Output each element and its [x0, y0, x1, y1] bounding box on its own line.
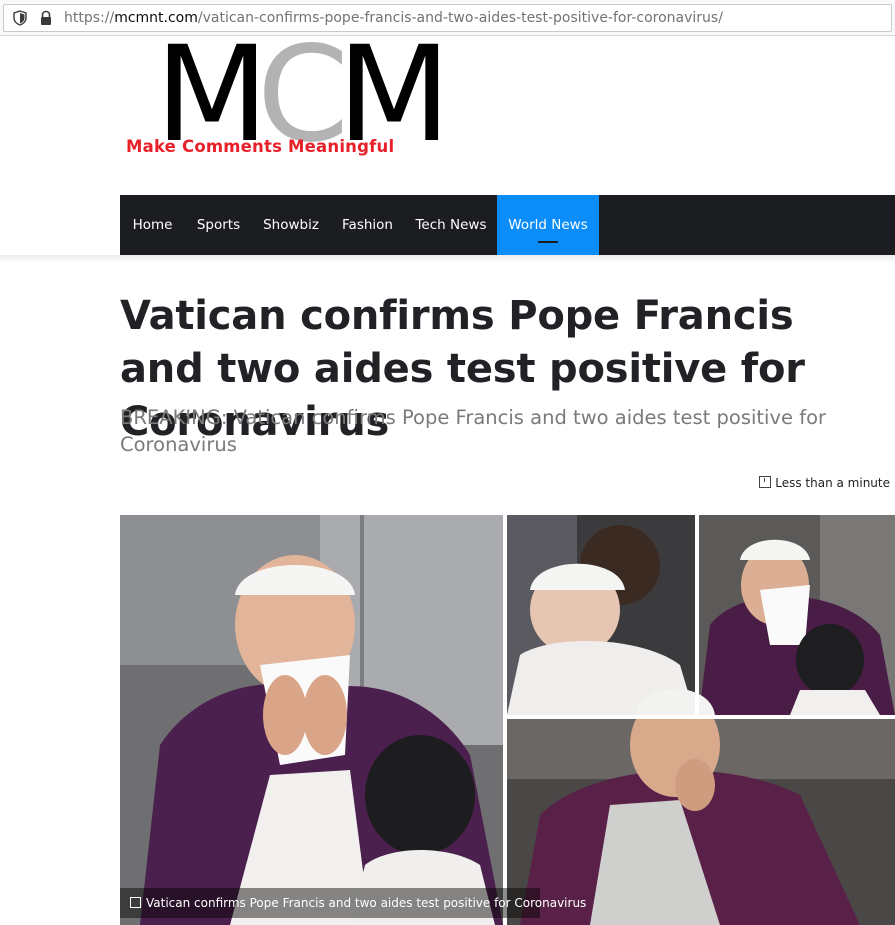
image-caption-text: Vatican confirms Pope Francis and two ai…: [146, 896, 587, 910]
article-featured-image[interactable]: [120, 515, 895, 925]
read-time-label: Less than a minute: [775, 476, 890, 490]
nav-item-tech-news[interactable]: Tech News: [405, 195, 497, 255]
nav-item-showbiz[interactable]: Showbiz: [252, 195, 330, 255]
address-bar[interactable]: https://mcmnt.com/vatican-confirms-pope-…: [3, 4, 892, 32]
photo-collage: [120, 515, 895, 925]
nav-item-fashion[interactable]: Fashion: [330, 195, 405, 255]
logo-wordmark: MCM: [155, 29, 451, 161]
photo-panel-top-middle: [507, 515, 695, 715]
site-logo[interactable]: MCM Make Comments Meaningful: [122, 29, 482, 163]
nav-item-world-news-label: World News: [508, 217, 588, 233]
url-prefix: https://: [64, 10, 115, 26]
lock-icon[interactable]: [38, 10, 54, 26]
photo-panel-left: [120, 515, 503, 925]
nav-item-sports[interactable]: Sports: [185, 195, 252, 255]
photo-panel-bottom-right: [507, 688, 895, 925]
nav-item-home[interactable]: Home: [120, 195, 185, 255]
image-caption: Vatican confirms Pope Francis and two ai…: [120, 888, 586, 918]
active-indicator: [538, 241, 558, 243]
shield-icon[interactable]: [12, 10, 28, 26]
read-time: Less than a minute: [759, 476, 890, 490]
nav-item-world-news[interactable]: World News: [497, 195, 599, 255]
logo-tagline: Make Comments Meaningful: [126, 137, 395, 156]
article-subtitle: BREAKING: Vatican confirms Pope Francis …: [120, 406, 827, 456]
caption-icon: [130, 897, 141, 908]
browser-toolbar: https://mcmnt.com/vatican-confirms-pope-…: [0, 0, 895, 36]
clock-icon: [759, 476, 772, 488]
photo-panel-top-right: [699, 515, 895, 715]
main-nav: Home Sports Showbiz Fashion Tech News Wo…: [120, 195, 895, 255]
nav-divider: [0, 255, 895, 263]
